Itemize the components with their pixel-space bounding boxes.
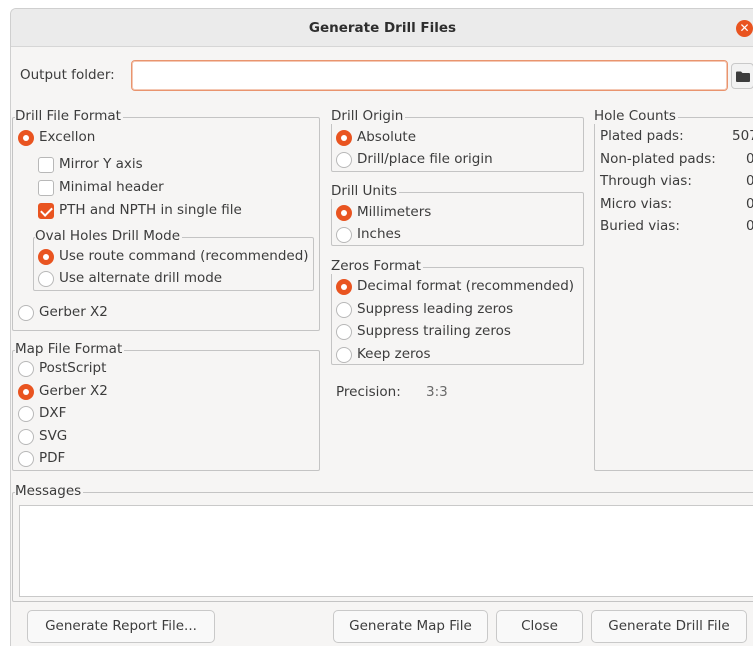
suppress-leading-radio[interactable] xyxy=(336,302,352,318)
generate-report-file-button[interactable]: Generate Report File... xyxy=(27,610,215,643)
excellon-radio[interactable] xyxy=(18,130,34,146)
minimal-header-checkbox[interactable] xyxy=(38,180,54,196)
generate-drill-file-button[interactable]: Generate Drill File xyxy=(591,610,747,643)
map-pdf-label: PDF xyxy=(39,450,66,466)
map-gerber-x2-radio[interactable] xyxy=(18,384,34,400)
map-file-format-legend: Map File Format xyxy=(15,341,125,357)
drill-file-format-group xyxy=(12,117,320,331)
suppress-trailing-radio[interactable] xyxy=(336,324,352,340)
suppress-leading-label: Suppress leading zeros xyxy=(357,301,514,317)
micro-vias-label: Micro vias: xyxy=(600,196,673,212)
absolute-label: Absolute xyxy=(357,129,417,145)
gerber-x2-drill-label: Gerber X2 xyxy=(39,304,108,320)
use-alternate-label: Use alternate drill mode xyxy=(59,270,223,286)
messages-textarea[interactable] xyxy=(19,505,753,597)
map-postscript-radio[interactable] xyxy=(18,361,34,377)
browse-folder-button[interactable] xyxy=(731,63,753,89)
inches-radio[interactable] xyxy=(336,227,352,243)
generate-drill-files-dialog: Generate Drill Files ✕ Output folder: Dr… xyxy=(10,8,753,646)
mirror-y-label: Mirror Y axis xyxy=(59,156,143,172)
micro-vias-value: 0 xyxy=(746,196,753,212)
map-pdf-radio[interactable] xyxy=(18,451,34,467)
output-folder-label: Output folder: xyxy=(20,67,115,83)
title-bar: Generate Drill Files ✕ xyxy=(11,9,753,47)
through-vias-value: 0 xyxy=(746,173,753,189)
gerber-x2-drill-radio[interactable] xyxy=(18,305,34,321)
drill-units-legend: Drill Units xyxy=(331,183,400,199)
pth-npth-single-label: PTH and NPTH in single file xyxy=(59,202,242,218)
drill-place-origin-radio[interactable] xyxy=(336,152,352,168)
non-plated-pads-label: Non-plated pads: xyxy=(600,151,716,167)
minimal-header-label: Minimal header xyxy=(59,179,164,195)
millimeters-radio[interactable] xyxy=(336,205,352,221)
precision-value: 3:3 xyxy=(426,384,448,400)
use-alternate-radio[interactable] xyxy=(38,271,54,287)
hole-counts-legend: Hole Counts xyxy=(594,108,678,124)
decimal-format-radio[interactable] xyxy=(336,279,352,295)
generate-map-file-button[interactable]: Generate Map File xyxy=(333,610,488,643)
mirror-y-checkbox[interactable] xyxy=(38,157,54,173)
use-route-label: Use route command (recommended) xyxy=(59,248,309,264)
hole-counts-group xyxy=(594,117,753,471)
output-folder-input[interactable] xyxy=(131,60,728,91)
non-plated-pads-value: 0 xyxy=(746,151,753,167)
map-gerber-x2-label: Gerber X2 xyxy=(39,383,108,399)
keep-zeros-label: Keep zeros xyxy=(357,346,431,362)
messages-legend: Messages xyxy=(15,483,84,499)
millimeters-label: Millimeters xyxy=(357,204,432,220)
map-svg-label: SVG xyxy=(39,428,68,444)
buried-vias-label: Buried vias: xyxy=(600,218,680,234)
absolute-radio[interactable] xyxy=(336,130,352,146)
drill-place-origin-label: Drill/place file origin xyxy=(357,151,493,167)
plated-pads-value: 507 xyxy=(732,128,753,144)
suppress-trailing-label: Suppress trailing zeros xyxy=(357,323,511,339)
keep-zeros-radio[interactable] xyxy=(336,347,352,363)
through-vias-label: Through vias: xyxy=(600,173,692,189)
oval-holes-legend: Oval Holes Drill Mode xyxy=(35,228,182,244)
use-route-radio[interactable] xyxy=(38,249,54,265)
excellon-label: Excellon xyxy=(39,129,96,145)
zeros-format-legend: Zeros Format xyxy=(331,258,423,274)
map-dxf-radio[interactable] xyxy=(18,406,34,422)
map-postscript-label: PostScript xyxy=(39,360,107,376)
decimal-format-label: Decimal format (recommended) xyxy=(357,278,575,294)
plated-pads-label: Plated pads: xyxy=(600,128,684,144)
map-svg-radio[interactable] xyxy=(18,429,34,445)
precision-label: Precision: xyxy=(336,384,401,400)
drill-file-format-legend: Drill File Format xyxy=(15,108,123,124)
inches-label: Inches xyxy=(357,226,401,242)
buried-vias-value: 0 xyxy=(746,218,753,234)
pth-npth-single-checkbox[interactable] xyxy=(38,203,54,219)
map-dxf-label: DXF xyxy=(39,405,67,421)
close-button[interactable]: Close xyxy=(496,610,583,643)
close-window-icon[interactable]: ✕ xyxy=(736,20,753,37)
folder-icon xyxy=(736,71,750,82)
drill-origin-legend: Drill Origin xyxy=(331,108,406,124)
dialog-title: Generate Drill Files xyxy=(308,20,457,36)
